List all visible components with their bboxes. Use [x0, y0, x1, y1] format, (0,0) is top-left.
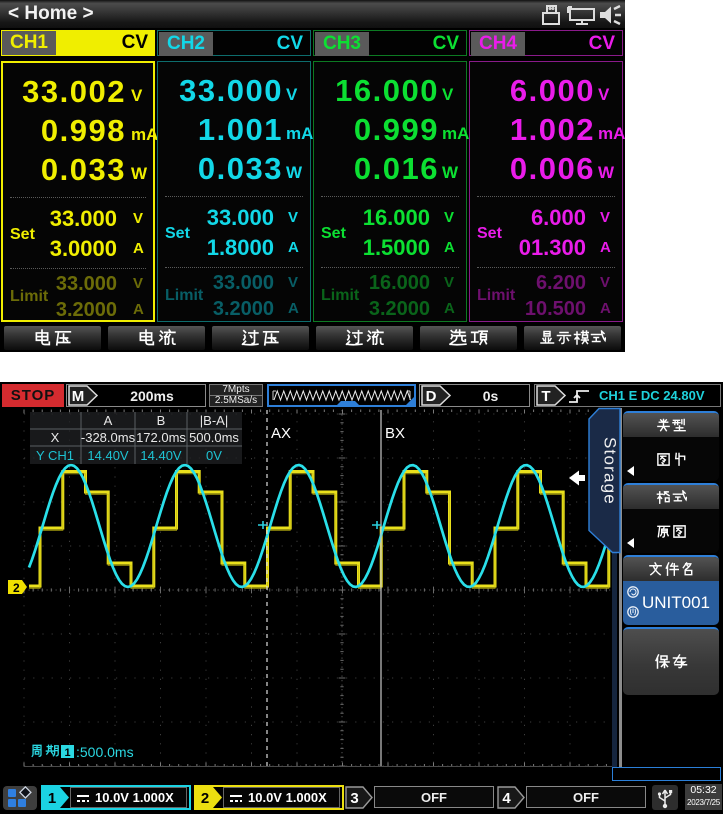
svg-text:14.40V: 14.40V [140, 448, 182, 463]
svg-text:2: 2 [13, 581, 20, 595]
svg-text::500.0ms: :500.0ms [76, 744, 134, 760]
svg-text:4: 4 [502, 790, 511, 807]
svg-text:AX: AX [271, 425, 291, 442]
svg-text:3: 3 [350, 790, 358, 807]
svg-text:1: 1 [48, 790, 56, 807]
svg-text:BX: BX [385, 425, 405, 442]
svg-text:14.40V: 14.40V [87, 448, 129, 463]
svg-text:X: X [51, 430, 60, 445]
svg-text:T: T [541, 388, 550, 405]
svg-text:172.0ms: 172.0ms [136, 430, 186, 445]
svg-text:-328.0ms: -328.0ms [81, 430, 136, 445]
svg-text:B: B [157, 413, 166, 428]
svg-text:1: 1 [64, 747, 70, 759]
svg-text:0V: 0V [206, 448, 222, 463]
svg-text:500.0ms: 500.0ms [189, 430, 239, 445]
svg-text:M: M [72, 388, 85, 405]
svg-text:|B-A|: |B-A| [200, 413, 228, 428]
svg-text:2: 2 [201, 790, 209, 807]
svg-text:A: A [104, 413, 113, 428]
svg-text:Storage: Storage [601, 437, 620, 505]
svg-text:Y CH1: Y CH1 [36, 448, 74, 463]
svg-text:D: D [426, 388, 437, 405]
